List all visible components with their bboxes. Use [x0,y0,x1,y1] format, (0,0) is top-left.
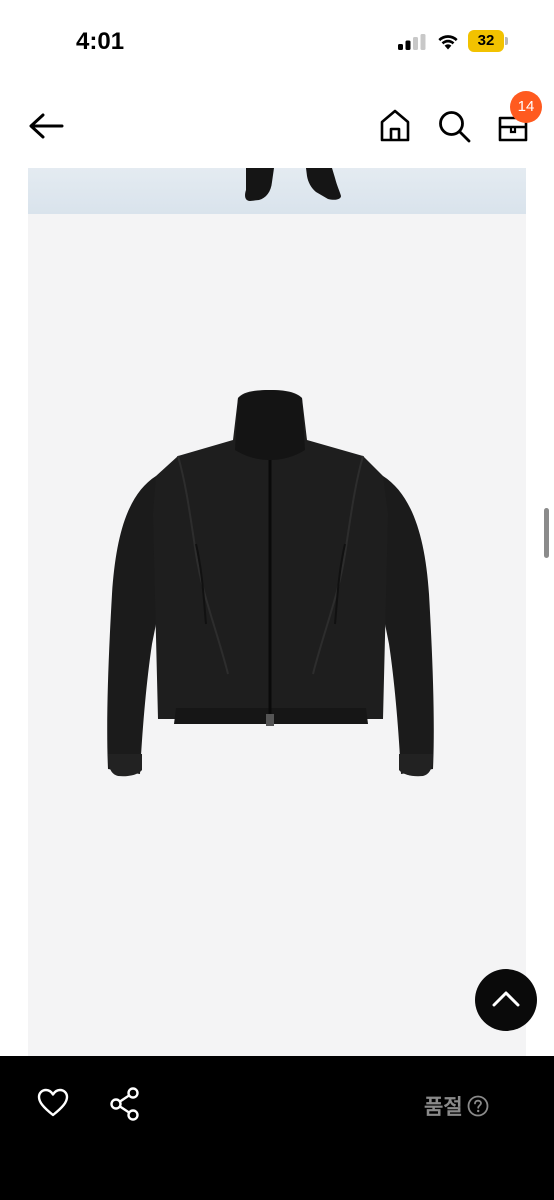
sold-out-label: 품절 [424,1095,463,1119]
chevron-up-icon [492,991,520,1007]
product-image-top [28,168,526,214]
jacket-image [107,390,434,777]
cart-count-badge: 14 [510,91,542,123]
battery-level: 32 [477,32,495,49]
back-arrow-icon[interactable] [26,110,66,142]
boots-image [245,168,341,201]
search-icon[interactable] [436,108,472,144]
status-bar: 4:01 32 [0,0,554,80]
status-time: 4:01 [76,28,125,55]
cellular-signal-icon [398,34,426,50]
scroll-to-top-button[interactable] [475,969,537,1031]
battery-indicator: 32 [468,30,508,52]
sold-out-status: 품절 [424,1092,489,1120]
wifi-icon [438,35,458,50]
battery-tip [505,37,508,45]
bottom-action-bar [0,1056,554,1200]
product-image-main [28,214,526,1056]
share-icon[interactable] [108,1086,142,1122]
home-icon[interactable] [378,108,412,144]
scroll-indicator[interactable] [544,508,549,558]
question-circle-icon[interactable] [467,1095,489,1117]
heart-icon[interactable] [36,1086,70,1120]
